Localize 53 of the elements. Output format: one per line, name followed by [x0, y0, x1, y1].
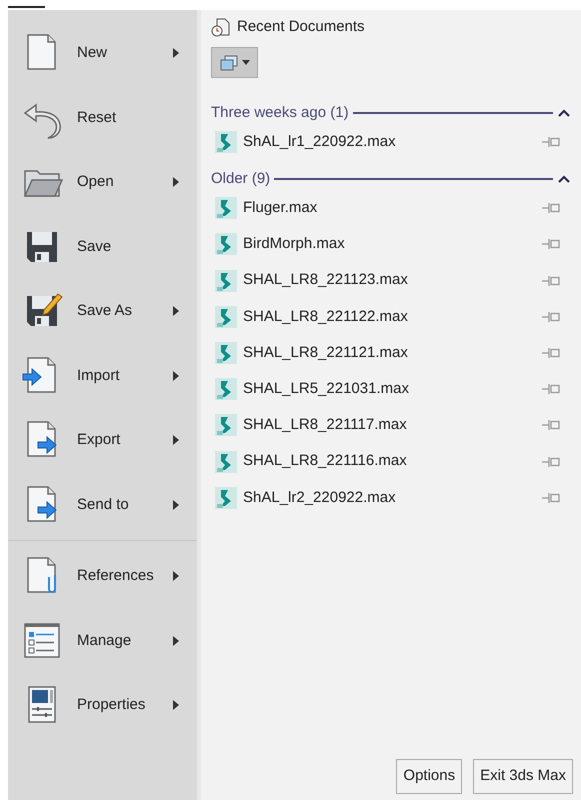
pin-icon[interactable] [541, 419, 561, 432]
file-icon [215, 414, 237, 436]
recent-documents-title: Recent Documents [237, 16, 365, 37]
file-name[interactable]: SHAL_LR8_221121.max [243, 342, 541, 364]
collapse-chevron-icon[interactable] [557, 174, 571, 184]
menu-item[interactable]: Manage [8, 608, 197, 673]
file-name[interactable]: SHAL_LR5_221031.max [243, 378, 541, 400]
menu-item[interactable]: New [8, 21, 197, 86]
menu-item[interactable]: Open [8, 150, 197, 214]
recent-document-clock-icon [211, 17, 231, 37]
file-name[interactable]: SHAL_LR8_221116.max [243, 450, 541, 473]
pin-icon[interactable] [541, 310, 561, 323]
menu-item[interactable]: Save As [8, 279, 197, 344]
pin-icon[interactable] [541, 136, 561, 148]
menu-item[interactable]: Properties [8, 673, 197, 738]
menu-item[interactable]: Import [8, 344, 197, 408]
file-icon [215, 378, 237, 400]
pin-icon[interactable] [541, 383, 561, 396]
windows-icon [220, 54, 238, 70]
file-name[interactable]: SHAL_LR8_221123.max [243, 269, 541, 292]
tab-indicator [8, 6, 45, 8]
file-icon [215, 197, 237, 220]
footer-button[interactable]: Options [396, 759, 462, 794]
file-name[interactable]: SHAL_LR8_221117.max [243, 414, 541, 437]
group-header: Older (9) [211, 168, 270, 189]
file-icon [215, 486, 237, 509]
file-name[interactable]: ShAL_lr1_220922.max [243, 130, 541, 154]
pin-icon[interactable] [541, 274, 561, 287]
pin-icon[interactable] [541, 238, 561, 250]
collapse-chevron-icon[interactable] [557, 108, 571, 118]
file-name[interactable]: Fluger.max [243, 197, 541, 220]
file-icon [215, 233, 237, 256]
file-icon [215, 306, 237, 328]
file-icon [215, 342, 237, 364]
menu-item[interactable]: Export [8, 408, 197, 472]
caret-icon [242, 60, 250, 65]
pin-icon[interactable] [541, 347, 561, 360]
menu-item[interactable]: Save [8, 214, 197, 279]
pin-icon[interactable] [541, 492, 561, 504]
menu-item[interactable]: References [8, 544, 197, 608]
file-icon [215, 131, 237, 154]
pin-icon[interactable] [541, 202, 561, 214]
file-icon [215, 270, 237, 292]
file-name[interactable]: BirdMorph.max [243, 233, 541, 256]
file-name[interactable]: SHAL_LR8_221122.max [243, 306, 541, 328]
menu-item[interactable]: Reset [8, 86, 197, 150]
pin-icon[interactable] [541, 456, 561, 468]
file-icon [215, 450, 237, 473]
file-name[interactable]: ShAL_lr2_220922.max [243, 486, 541, 510]
view-dropdown-button[interactable] [211, 47, 258, 78]
footer-button[interactable]: Exit 3ds Max [473, 759, 573, 794]
group-header: Three weeks ago (1) [211, 102, 349, 123]
menu-item[interactable]: Send to [8, 472, 197, 537]
